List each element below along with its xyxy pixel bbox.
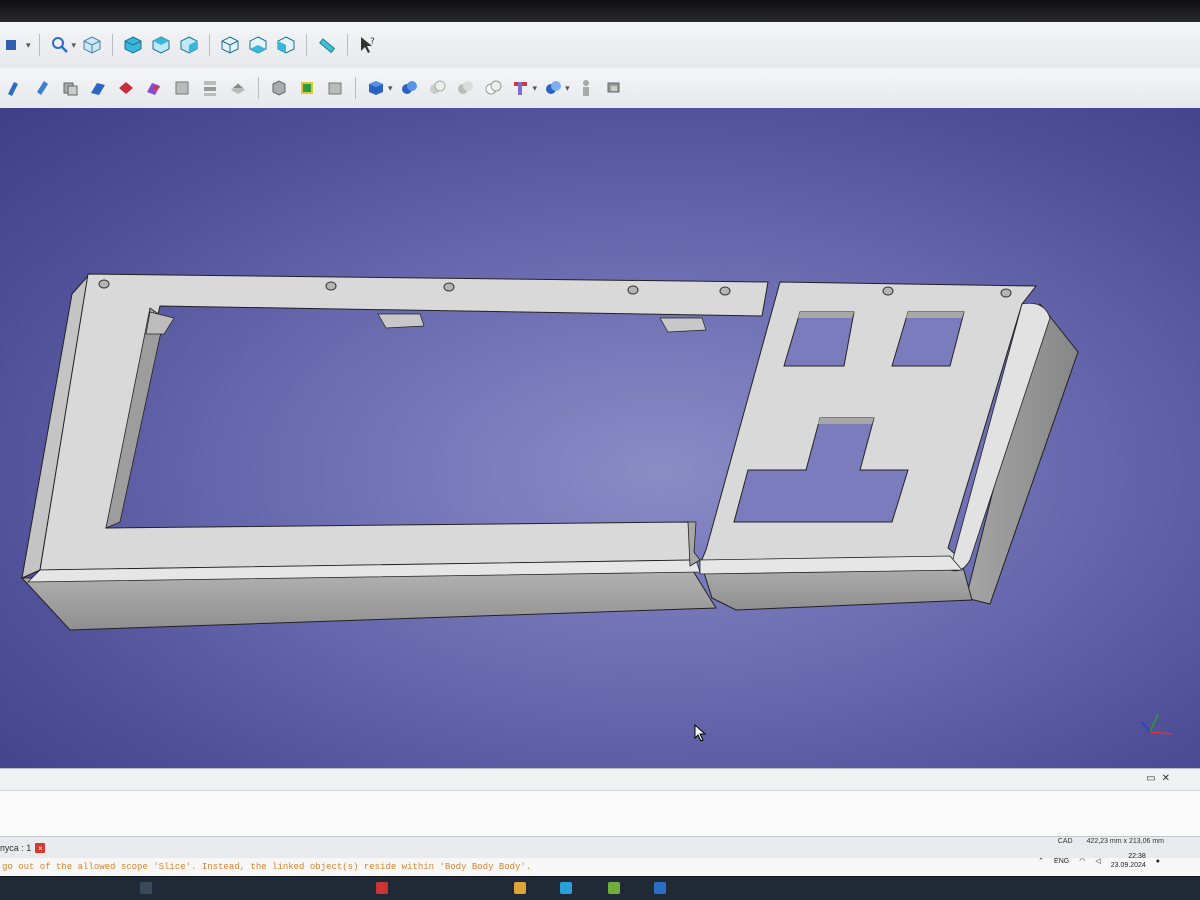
toolbar-separator	[306, 34, 308, 56]
dropdown-caret-icon[interactable]: ▾	[72, 40, 77, 51]
dropdown-caret-icon[interactable]: ▾	[26, 40, 31, 51]
mirror-icon[interactable]	[58, 76, 82, 100]
screw-hole	[325, 281, 337, 291]
view-rear-icon[interactable]	[218, 33, 242, 57]
language-indicator[interactable]: ENG	[1054, 858, 1069, 865]
toolbar-separator	[355, 77, 356, 99]
dropdown-caret-icon[interactable]: ▾	[565, 83, 570, 94]
taskbar	[0, 876, 1200, 900]
toolbar-separator	[112, 34, 114, 56]
ruled-surface-icon[interactable]	[170, 76, 194, 100]
chevron-up-icon[interactable]: ⌃	[1038, 857, 1044, 865]
make-face-icon[interactable]	[142, 76, 166, 100]
fuse-icon[interactable]	[481, 76, 505, 100]
taskbar-app-icon[interactable]	[608, 882, 620, 894]
clock-time: 22:38	[1128, 853, 1146, 860]
document-tab-label: пуса : 1	[0, 843, 32, 853]
svg-text:?: ?	[370, 37, 375, 47]
volume-icon[interactable]: ◁	[1095, 857, 1100, 865]
axis-cross-icon	[1141, 713, 1173, 735]
report-view	[0, 790, 1200, 837]
toolbar-separator	[258, 77, 259, 99]
toolbar-separator	[347, 34, 349, 56]
screw-hole	[443, 282, 455, 292]
measure-icon[interactable]	[315, 33, 339, 57]
screen: ▾ ▾ ? ▾ ▾ ▾ ▭ ✕ пуса: 1 × CAD 422,23 mm…	[0, 0, 1200, 900]
3d-viewport[interactable]	[0, 108, 1200, 768]
taskbar-app-icon[interactable]	[140, 882, 152, 894]
screw-hole	[627, 285, 639, 295]
taskbar-app-icon[interactable]	[654, 882, 666, 894]
zoom-icon[interactable]	[48, 33, 72, 57]
dimension-readout: 422,23 mm x 213,06 mm	[1086, 838, 1164, 845]
projection-icon[interactable]	[397, 76, 421, 100]
cross-sections-icon[interactable]	[295, 76, 319, 100]
dropdown-caret-icon[interactable]: ▾	[388, 83, 393, 94]
toolbar-separator	[38, 34, 40, 56]
join-icon[interactable]	[541, 76, 565, 100]
offset-icon[interactable]	[323, 76, 347, 100]
view-right-icon[interactable]	[177, 33, 201, 57]
whats-this-icon[interactable]: ?	[356, 33, 380, 57]
part-icon[interactable]	[2, 33, 26, 57]
view-front-icon[interactable]	[121, 33, 145, 57]
view-bottom-icon[interactable]	[246, 33, 270, 57]
document-tabbar: пуса : 1 ×	[0, 836, 1200, 859]
notification-icon[interactable]: ●	[1156, 858, 1160, 865]
toolbar-separator	[209, 34, 211, 56]
sweep-icon[interactable]	[226, 76, 250, 100]
view-isometric-icon[interactable]	[80, 33, 104, 57]
status-bar-right: CAD 422,23 mm x 213,06 mm	[1058, 838, 1164, 845]
view-toolbar: ▾ ▾ ?	[0, 22, 1200, 69]
view-top-icon[interactable]	[149, 33, 173, 57]
report-view-titlebar: ▭ ✕	[0, 768, 1200, 791]
section-icon[interactable]	[267, 76, 291, 100]
screw-hole	[98, 279, 110, 289]
common-icon[interactable]	[509, 76, 533, 100]
fillet-icon[interactable]	[86, 76, 110, 100]
clock[interactable]: 22:38 23.09.2024	[1111, 852, 1146, 870]
mouse-cursor-icon	[694, 724, 707, 742]
thickness-icon[interactable]	[364, 76, 388, 100]
loft-icon[interactable]	[198, 76, 222, 100]
keyboard-case-model[interactable]	[0, 108, 1200, 768]
screw-hole	[719, 286, 731, 296]
taskbar-app-icon[interactable]	[376, 882, 388, 894]
monitor-bezel	[0, 0, 1200, 22]
split-icon[interactable]	[574, 76, 598, 100]
dropdown-caret-icon[interactable]: ▾	[533, 83, 538, 94]
screw-hole	[882, 286, 894, 296]
compound-icon[interactable]	[602, 76, 626, 100]
report-message: go out of the allowed scope 'Slice'. Ins…	[0, 858, 1200, 876]
part-toolbar: ▾ ▾ ▾	[0, 68, 1200, 109]
network-icon[interactable]: ◠	[1079, 857, 1085, 865]
close-panel-icon[interactable]: ✕	[1162, 773, 1170, 784]
float-panel-icon[interactable]: ▭	[1146, 773, 1155, 784]
close-icon[interactable]: ×	[35, 843, 46, 853]
revolve-icon[interactable]	[30, 76, 54, 100]
document-tab[interactable]: пуса : 1 ×	[0, 843, 46, 853]
view-left-icon[interactable]	[274, 33, 298, 57]
boolean-icon[interactable]	[425, 76, 449, 100]
taskbar-app-icon[interactable]	[514, 882, 526, 894]
system-tray: ⌃ ENG ◠ ◁ 22:38 23.09.2024 ●	[1038, 852, 1160, 870]
right-case-part[interactable]	[699, 281, 1079, 611]
chamfer-icon[interactable]	[114, 76, 138, 100]
extrude-icon[interactable]	[2, 76, 26, 100]
taskbar-app-icon[interactable]	[560, 882, 572, 894]
cut-icon[interactable]	[453, 76, 477, 100]
clock-date: 23.09.2024	[1110, 862, 1146, 869]
screw-hole	[1000, 288, 1012, 298]
left-case-part[interactable]	[20, 273, 769, 631]
navigation-style[interactable]: CAD	[1058, 838, 1073, 845]
